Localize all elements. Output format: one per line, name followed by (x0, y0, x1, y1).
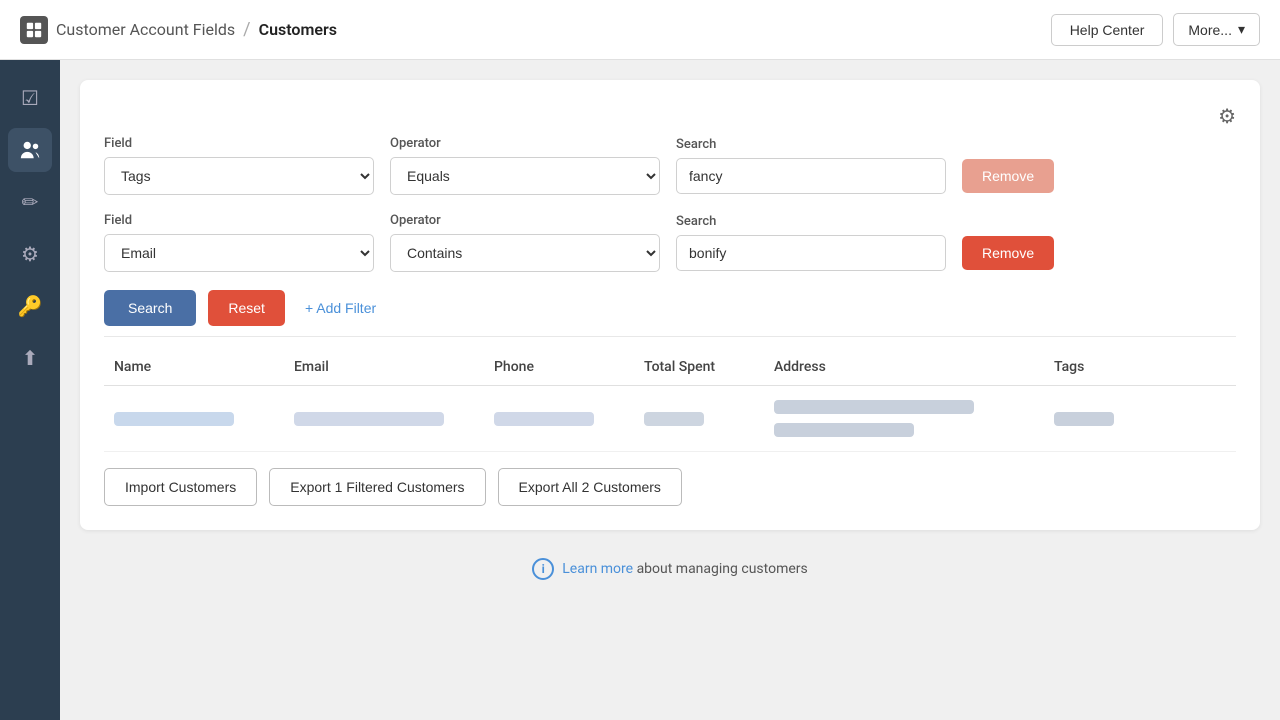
filter1-operator-group: Operator Equals (390, 136, 660, 195)
footer-info: i Learn more about managing customers (80, 546, 1260, 592)
filter1-field-label: Field (104, 136, 374, 151)
add-filter-button[interactable]: + Add Filter (297, 296, 384, 320)
sidebar-item-settings[interactable]: ⚙ (8, 232, 52, 276)
filter2-operator-label: Operator (390, 213, 660, 228)
help-center-button[interactable]: Help Center (1051, 14, 1164, 46)
filter2-field-label: Field (104, 213, 374, 228)
reset-button[interactable]: Reset (208, 290, 285, 326)
filter1-operator-label: Operator (390, 136, 660, 151)
header-right: Help Center More... ▾ (1051, 13, 1260, 46)
breadcrumb-current: Customers (259, 20, 337, 39)
filter1-search-input[interactable] (676, 158, 946, 194)
filter-row-2: Field Email Operator Contains Search Rem… (104, 213, 1236, 272)
col-phone: Phone (494, 359, 644, 375)
filter1-search-label: Search (676, 137, 946, 152)
sidebar-item-checklist[interactable]: ☑ (8, 76, 52, 120)
table-divider (104, 336, 1236, 337)
filter1-field-group: Field Tags (104, 136, 374, 195)
col-tags: Tags (1054, 359, 1174, 375)
filter2-search-input[interactable] (676, 235, 946, 271)
filter1-operator-select[interactable]: Equals (390, 157, 660, 195)
filter1-remove-button[interactable]: Remove (962, 159, 1054, 193)
learn-more-link[interactable]: Learn more (562, 561, 633, 577)
col-address: Address (774, 359, 1054, 375)
breadcrumb-main: Customer Account Fields (56, 20, 235, 39)
filter1-search-group: Search (676, 137, 946, 194)
app-logo (20, 16, 48, 44)
breadcrumb: Customer Account Fields / Customers (56, 19, 337, 40)
chevron-down-icon: ▾ (1238, 21, 1245, 38)
table-header: Name Email Phone Total Spent Address Tag… (104, 353, 1236, 386)
breadcrumb-separator: / (243, 19, 250, 40)
bottom-buttons-row: Import Customers Export 1 Filtered Custo… (104, 468, 1236, 506)
action-row: Search Reset + Add Filter (104, 290, 1236, 326)
col-total-spent: Total Spent (644, 359, 774, 375)
filter1-field-select[interactable]: Tags (104, 157, 374, 195)
filter2-operator-group: Operator Contains (390, 213, 660, 272)
sidebar-item-edit[interactable]: ✏ (8, 180, 52, 224)
col-email: Email (294, 359, 494, 375)
filter2-search-group: Search (676, 214, 946, 271)
search-button[interactable]: Search (104, 290, 196, 326)
sidebar-item-upload[interactable]: ⬆ (8, 336, 52, 380)
export-all-button[interactable]: Export All 2 Customers (498, 468, 682, 506)
filter2-search-label: Search (676, 214, 946, 229)
main-content: ⚙ Field Tags Operator Equals Search (60, 60, 1280, 720)
filter2-remove-button[interactable]: Remove (962, 236, 1054, 270)
filter-row-1: Field Tags Operator Equals Search Remove (104, 136, 1236, 195)
col-name: Name (114, 359, 294, 375)
settings-gear-icon[interactable]: ⚙ (1218, 104, 1236, 128)
footer-learn-more: Learn more about managing customers (562, 561, 807, 577)
filters-card: ⚙ Field Tags Operator Equals Search (80, 80, 1260, 530)
app-header: Customer Account Fields / Customers Help… (0, 0, 1280, 60)
table-row (104, 386, 1236, 452)
filter2-field-select[interactable]: Email (104, 234, 374, 272)
import-customers-button[interactable]: Import Customers (104, 468, 257, 506)
main-layout: ☑ ✏ ⚙ 🔑 ⬆ ⚙ Field Tags O (0, 60, 1280, 720)
sidebar-item-key[interactable]: 🔑 (8, 284, 52, 328)
export-filtered-button[interactable]: Export 1 Filtered Customers (269, 468, 485, 506)
sidebar-item-customers[interactable] (8, 128, 52, 172)
gear-row: ⚙ (104, 104, 1236, 128)
more-button[interactable]: More... ▾ (1173, 13, 1260, 46)
info-icon: i (532, 558, 554, 580)
filter2-operator-select[interactable]: Contains (390, 234, 660, 272)
filter2-field-group: Field Email (104, 213, 374, 272)
header-left: Customer Account Fields / Customers (20, 16, 337, 44)
sidebar: ☑ ✏ ⚙ 🔑 ⬆ (0, 60, 60, 720)
